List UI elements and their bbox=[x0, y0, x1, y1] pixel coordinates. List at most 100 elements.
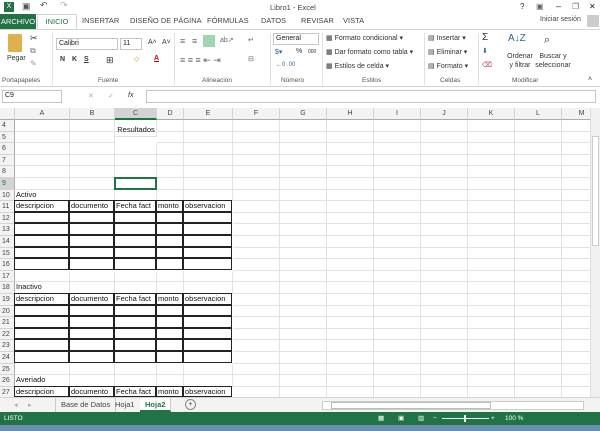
row-header-13[interactable]: 13 bbox=[0, 224, 15, 236]
cell-K10[interactable] bbox=[468, 189, 515, 202]
cell-E22[interactable] bbox=[183, 327, 232, 340]
cell-H13[interactable] bbox=[327, 224, 374, 236]
cell-D6[interactable] bbox=[157, 143, 184, 155]
cell-H16[interactable] bbox=[327, 259, 374, 271]
cell-H8[interactable] bbox=[327, 166, 374, 178]
cell-J12[interactable] bbox=[421, 212, 468, 225]
cell-C7[interactable] bbox=[115, 154, 157, 167]
fill-icon[interactable]: ⬇ bbox=[482, 47, 488, 55]
cell-L19[interactable] bbox=[515, 294, 562, 306]
cell-D23[interactable] bbox=[156, 339, 183, 351]
cell-D25[interactable] bbox=[157, 363, 184, 376]
cell-I23[interactable] bbox=[374, 340, 421, 352]
cell-G12[interactable] bbox=[280, 212, 327, 225]
cell-H25[interactable] bbox=[327, 363, 374, 376]
cell-D5[interactable] bbox=[157, 131, 184, 144]
format-cells-button[interactable]: ▤ Formato ▾ bbox=[428, 62, 468, 70]
percent-button[interactable]: % bbox=[296, 48, 302, 55]
cell-K11[interactable] bbox=[468, 201, 515, 213]
cell-J9[interactable] bbox=[421, 178, 468, 190]
cell-B16[interactable] bbox=[69, 258, 114, 270]
cell-A8[interactable] bbox=[15, 166, 70, 178]
number-format-select[interactable]: General bbox=[273, 33, 319, 45]
sheet-nav-prev-icon[interactable]: ◂ bbox=[14, 401, 18, 409]
tab-inicio[interactable]: INICIO bbox=[37, 14, 77, 30]
cell-F21[interactable] bbox=[233, 317, 280, 329]
cell-J24[interactable] bbox=[421, 352, 468, 364]
currency-icon[interactable]: $▾ bbox=[275, 48, 282, 56]
wrap-text-icon[interactable]: ↵ bbox=[248, 36, 254, 44]
cell-H12[interactable] bbox=[327, 212, 374, 225]
cell-H17[interactable] bbox=[327, 270, 374, 283]
cell-G18[interactable] bbox=[280, 282, 327, 294]
cell-J19[interactable] bbox=[421, 294, 468, 306]
cell-C19[interactable]: Fecha fact bbox=[114, 293, 156, 305]
cell-F25[interactable] bbox=[233, 363, 280, 376]
column-header-I[interactable]: I bbox=[374, 108, 421, 120]
sign-in-link[interactable]: Iniciar sesión bbox=[540, 16, 581, 23]
cell-H14[interactable] bbox=[327, 236, 374, 248]
cell-K6[interactable] bbox=[468, 143, 515, 155]
formula-input[interactable] bbox=[146, 90, 596, 103]
cell-L9[interactable] bbox=[515, 178, 562, 190]
cell-M17[interactable] bbox=[562, 271, 590, 283]
vertical-scrollbar[interactable] bbox=[590, 108, 600, 397]
cell-A24[interactable] bbox=[14, 351, 69, 363]
cell-I16[interactable] bbox=[374, 259, 421, 271]
bold-button[interactable]: N bbox=[60, 56, 65, 63]
cell-G19[interactable] bbox=[280, 294, 327, 306]
paste-icon[interactable] bbox=[8, 34, 22, 52]
row-header-24[interactable]: 24 bbox=[0, 352, 15, 364]
merge-center-icon[interactable]: ⊟ bbox=[248, 55, 254, 63]
cell-A5[interactable] bbox=[15, 131, 70, 144]
row-header-23[interactable]: 23 bbox=[0, 340, 15, 352]
orientation-icon[interactable]: ab↗ bbox=[220, 36, 234, 44]
cell-J18[interactable] bbox=[421, 282, 468, 294]
tab-formulas[interactable]: FÓRMULAS bbox=[207, 16, 249, 25]
sort-filter-button[interactable]: Ordenar y filtrar bbox=[505, 52, 535, 70]
cell-K12[interactable] bbox=[468, 212, 515, 225]
cell-D7[interactable] bbox=[157, 154, 184, 167]
cell-M24[interactable] bbox=[562, 352, 590, 364]
cell-G23[interactable] bbox=[280, 340, 327, 352]
thousands-button[interactable]: 000 bbox=[308, 49, 316, 55]
cell-K27[interactable] bbox=[468, 386, 515, 397]
cell-E20[interactable] bbox=[183, 304, 232, 317]
cell-A21[interactable] bbox=[14, 316, 69, 328]
cell-A12[interactable] bbox=[14, 211, 69, 224]
row-header-27[interactable]: 27 bbox=[0, 386, 15, 397]
cell-I21[interactable] bbox=[374, 317, 421, 329]
cell-K26[interactable] bbox=[468, 375, 515, 387]
cell-M26[interactable] bbox=[562, 375, 590, 387]
column-header-B[interactable]: B bbox=[70, 108, 115, 120]
cell-B6[interactable] bbox=[70, 143, 115, 155]
cell-K17[interactable] bbox=[468, 270, 515, 283]
cell-J15[interactable] bbox=[421, 247, 468, 260]
cell-K21[interactable] bbox=[468, 317, 515, 329]
cell-F27[interactable] bbox=[233, 386, 280, 397]
insert-cells-button[interactable]: ▤ Insertar ▾ bbox=[428, 34, 466, 42]
cell-L25[interactable] bbox=[515, 363, 562, 376]
cell-D11[interactable]: monto bbox=[156, 200, 183, 212]
cell-K8[interactable] bbox=[468, 166, 515, 178]
shrink-font-icon[interactable]: A˅ bbox=[162, 39, 171, 46]
cell-K13[interactable] bbox=[468, 224, 515, 236]
column-header-K[interactable]: K bbox=[468, 108, 515, 120]
italic-button[interactable]: K bbox=[72, 56, 77, 63]
cell-H6[interactable] bbox=[327, 143, 374, 155]
cell-C5[interactable]: Resultados bbox=[115, 125, 157, 137]
cell-H24[interactable] bbox=[327, 352, 374, 364]
row-header-5[interactable]: 5 bbox=[0, 131, 15, 144]
cell-M15[interactable] bbox=[562, 248, 590, 260]
page-layout-icon[interactable]: ▣ bbox=[398, 412, 404, 425]
cell-F7[interactable] bbox=[233, 154, 280, 167]
sheet-tab-hoja2[interactable]: Hoja2 bbox=[140, 398, 172, 412]
borders-icon[interactable]: ⊞ bbox=[106, 55, 114, 66]
tab-diseno-pagina[interactable]: DISEÑO DE PÁGINA bbox=[130, 16, 202, 25]
copy-icon[interactable]: ⧉ bbox=[30, 46, 36, 56]
cell-styles-button[interactable]: ▦ Estilos de celda ▾ bbox=[326, 62, 389, 70]
cell-C12[interactable] bbox=[114, 211, 156, 224]
cell-C11[interactable]: Fecha fact bbox=[114, 200, 156, 212]
cell-C20[interactable] bbox=[114, 304, 156, 317]
cell-L14[interactable] bbox=[515, 236, 562, 248]
